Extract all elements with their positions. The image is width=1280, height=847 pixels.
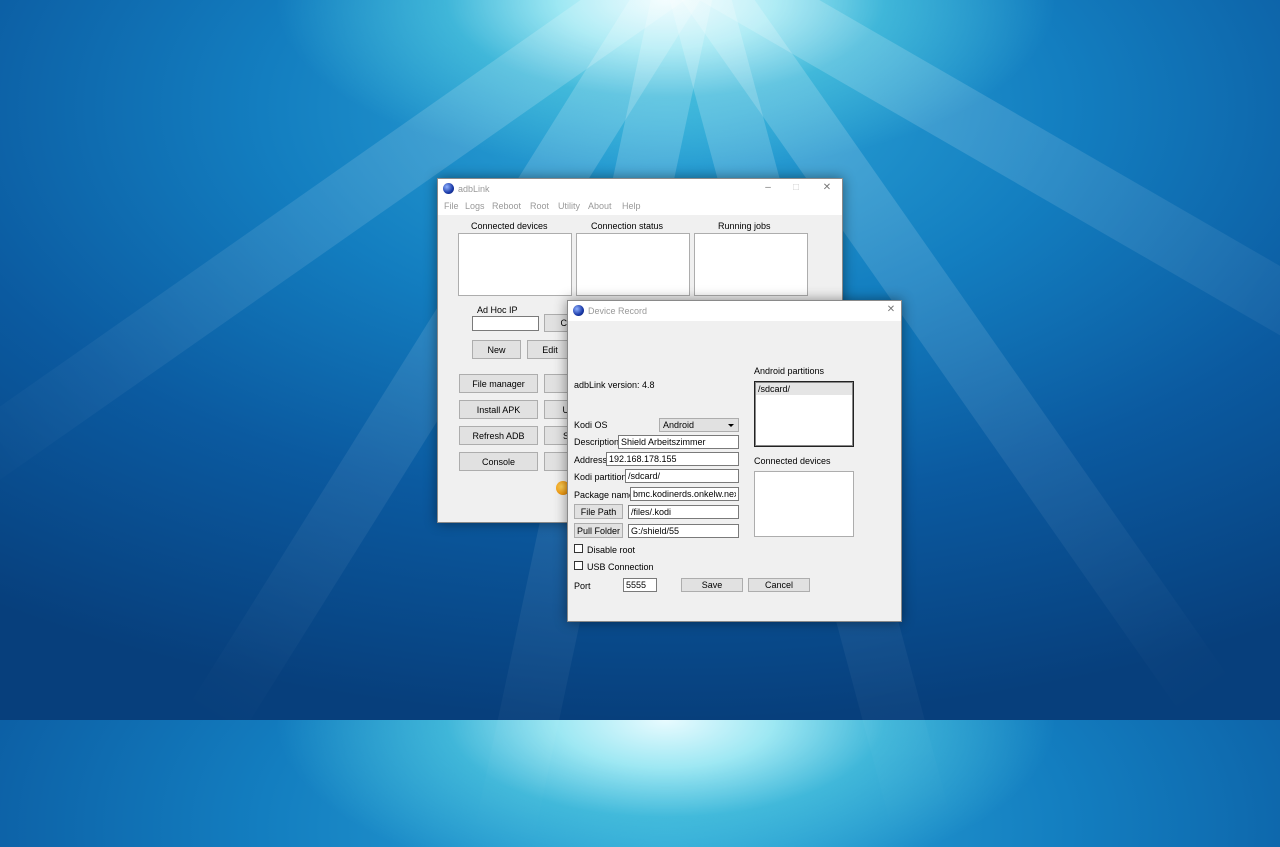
adblink-app-icon — [443, 183, 454, 194]
android-partitions-list[interactable]: /sdcard/ — [754, 381, 854, 447]
device-record-dialog: Device Record ✕ adbLink version: 4.8 Kod… — [567, 300, 902, 622]
address-label: Address — [574, 455, 608, 465]
package-name-input[interactable] — [630, 487, 739, 501]
disable-root-label: Disable root — [587, 545, 636, 555]
menu-about[interactable]: About — [588, 201, 612, 211]
connected-devices-list[interactable] — [458, 233, 572, 296]
description-input[interactable] — [618, 435, 739, 449]
pull-folder-input[interactable] — [628, 524, 739, 538]
running-jobs-box — [694, 233, 808, 296]
disable-root-checkbox[interactable] — [574, 544, 583, 553]
menu-reboot[interactable]: Reboot — [492, 201, 521, 211]
file-manager-button[interactable]: File manager — [459, 374, 538, 393]
dialog-app-icon — [573, 305, 584, 316]
file-path-button[interactable]: File Path — [574, 504, 623, 519]
main-window-title: adbLink — [458, 184, 490, 194]
dialog-titlebar: Device Record ✕ — [568, 301, 901, 321]
kodi-os-label: Kodi OS — [574, 420, 608, 430]
install-apk-button[interactable]: Install APK — [459, 400, 538, 419]
usb-connection-label: USB Connection — [587, 562, 654, 572]
address-input[interactable] — [606, 452, 739, 466]
connection-status-box — [576, 233, 690, 296]
menu-logs[interactable]: Logs — [465, 201, 485, 211]
close-icon[interactable]: ✕ — [819, 181, 835, 195]
menu-help[interactable]: Help — [622, 201, 641, 211]
android-partitions-label: Android partitions — [754, 366, 825, 376]
menu-root[interactable]: Root — [530, 201, 549, 211]
ad-hoc-ip-label: Ad Hoc IP — [477, 305, 518, 315]
console-button[interactable]: Console — [459, 452, 538, 471]
main-titlebar: adbLink – □ ✕ — [438, 179, 842, 199]
kodi-partition-input[interactable] — [625, 469, 739, 483]
kodi-partition-label: Kodi partition — [574, 472, 627, 482]
port-input[interactable] — [623, 578, 657, 592]
dialog-connected-devices-label: Connected devices — [754, 456, 831, 466]
file-path-input[interactable] — [628, 505, 739, 519]
pull-folder-button[interactable]: Pull Folder — [574, 523, 623, 538]
chevron-down-icon — [728, 424, 734, 427]
new-device-button[interactable]: New — [472, 340, 521, 359]
android-partition-item[interactable]: /sdcard/ — [756, 383, 852, 395]
dialog-connected-devices-list[interactable] — [754, 471, 854, 537]
kodi-os-select[interactable]: Android — [659, 418, 739, 432]
cancel-button[interactable]: Cancel — [748, 578, 810, 592]
version-text: adbLink version: 4.8 — [574, 380, 655, 390]
connected-devices-label: Connected devices — [471, 221, 548, 231]
package-name-label: Package name — [574, 490, 635, 500]
running-jobs-label: Running jobs — [718, 221, 771, 231]
ad-hoc-ip-input[interactable] — [472, 316, 539, 331]
dialog-title: Device Record — [588, 306, 648, 316]
usb-connection-checkbox[interactable] — [574, 561, 583, 570]
minimize-icon[interactable]: – — [760, 181, 776, 195]
main-menubar: File Logs Reboot Root Utility About Help — [438, 199, 842, 215]
description-label: Description — [574, 437, 620, 447]
port-label: Port — [574, 581, 591, 591]
connection-status-label: Connection status — [591, 221, 664, 231]
menu-file[interactable]: File — [444, 201, 459, 211]
dialog-close-icon[interactable]: ✕ — [883, 303, 899, 317]
maximize-icon[interactable]: □ — [788, 181, 804, 195]
menu-utility[interactable]: Utility — [558, 201, 580, 211]
save-button[interactable]: Save — [681, 578, 743, 592]
refresh-adb-button[interactable]: Refresh ADB — [459, 426, 538, 445]
kodi-os-value: Android — [663, 420, 695, 430]
